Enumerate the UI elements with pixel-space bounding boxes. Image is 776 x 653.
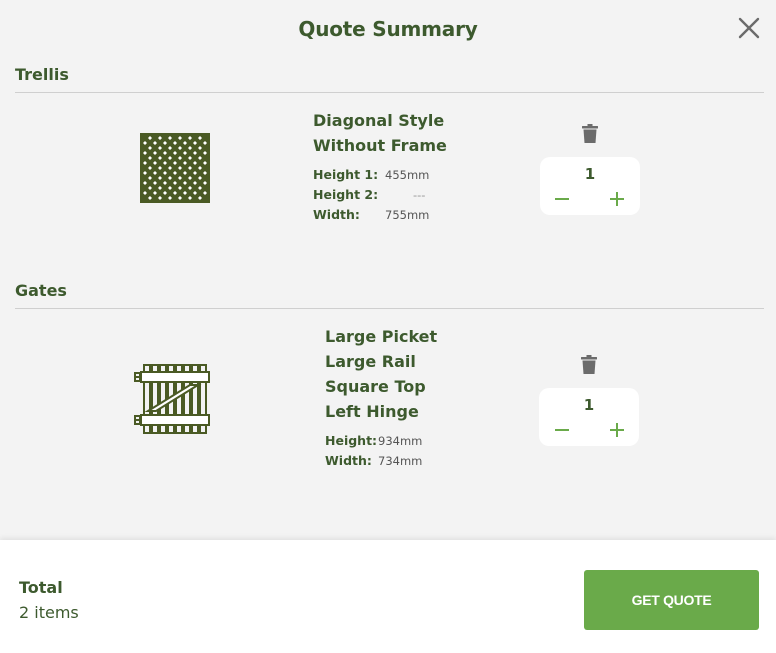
spec-label: Height: xyxy=(325,433,378,448)
trash-icon[interactable] xyxy=(581,355,597,374)
spec-row: Height 1: 455mm xyxy=(313,167,447,187)
spec-label: Height 1: xyxy=(313,167,379,182)
page-title: Quote Summary xyxy=(298,17,478,41)
spec-row: Height 2: --- xyxy=(313,187,447,207)
spec-value: 734mm xyxy=(378,454,423,468)
section-heading-gates: Gates xyxy=(15,281,67,300)
section-divider xyxy=(15,92,764,93)
gate-item-description: Large Picket Large Rail Square Top Left … xyxy=(325,324,437,473)
product-name-line: Large Picket xyxy=(325,327,438,346)
spec-row: Width: 755mm xyxy=(313,207,447,227)
minus-icon[interactable] xyxy=(552,189,572,209)
gate-icon xyxy=(132,363,212,435)
spec-value: 934mm xyxy=(378,434,423,448)
trellis-item-description: Diagonal Style Without Frame Height 1: 4… xyxy=(313,108,447,227)
summary-footer: Total 2 items GET QUOTE xyxy=(0,540,776,653)
total-label: Total xyxy=(19,578,63,597)
quantity-stepper: 1 xyxy=(539,388,639,446)
spec-label: Height 2: xyxy=(313,187,379,202)
quantity-value: 1 xyxy=(584,165,596,183)
spec-list: Height 1: 455mm Height 2: --- Width: 755… xyxy=(313,167,447,227)
section-divider xyxy=(15,308,764,309)
section-heading-trellis: Trellis xyxy=(15,65,69,84)
get-quote-button[interactable]: GET QUOTE xyxy=(584,570,759,630)
minus-icon[interactable] xyxy=(552,420,572,440)
trash-icon[interactable] xyxy=(582,124,598,143)
spec-label: Width: xyxy=(313,207,360,222)
product-name-line: Left Hinge xyxy=(325,402,419,421)
close-icon[interactable] xyxy=(737,16,761,40)
product-name-line: Square Top xyxy=(325,377,426,396)
total-item-count: 2 items xyxy=(19,603,79,622)
plus-icon[interactable] xyxy=(607,189,627,209)
product-name-line: Without Frame xyxy=(313,136,447,155)
spec-value: --- xyxy=(413,188,426,202)
quantity-stepper: 1 xyxy=(540,157,640,215)
spec-list: Height: 934mm Width: 734mm xyxy=(325,433,437,473)
spec-label: Width: xyxy=(325,453,372,468)
quantity-value: 1 xyxy=(583,396,595,414)
product-name-line: Large Rail xyxy=(325,352,416,371)
spec-row: Height: 934mm xyxy=(325,433,437,453)
plus-icon[interactable] xyxy=(607,420,627,440)
spec-value: 455mm xyxy=(385,168,430,182)
trellis-lattice-icon xyxy=(140,133,210,203)
spec-row: Width: 734mm xyxy=(325,453,437,473)
spec-value: 755mm xyxy=(385,208,430,222)
product-name-line: Diagonal Style xyxy=(313,111,445,130)
